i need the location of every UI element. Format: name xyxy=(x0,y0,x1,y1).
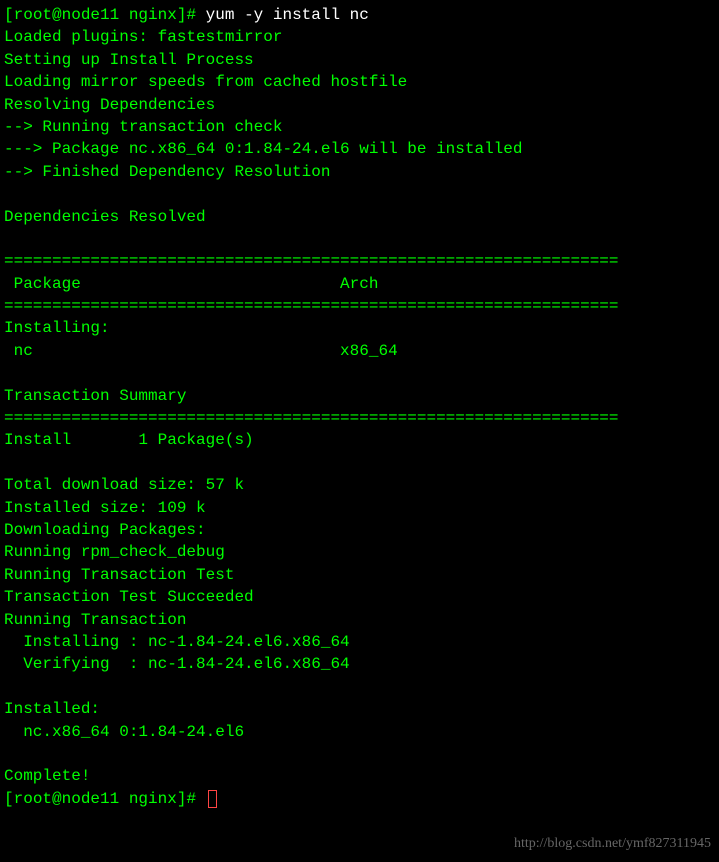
output-line: Dependencies Resolved xyxy=(4,206,715,228)
output-line: --> Finished Dependency Resolution xyxy=(4,161,715,183)
output-line: Loading mirror speeds from cached hostfi… xyxy=(4,71,715,93)
summary-label: Transaction Summary xyxy=(4,385,715,407)
prompt-bracket-open: [ xyxy=(4,6,14,24)
output-line: Resolving Dependencies xyxy=(4,94,715,116)
cursor-icon xyxy=(208,790,217,808)
watermark-text: http://blog.csdn.net/ymf827311945 xyxy=(514,834,711,854)
trans-test: Running Transaction Test xyxy=(4,564,715,586)
output-line: Setting up Install Process xyxy=(4,49,715,71)
blank-line xyxy=(4,362,715,384)
table-header: Package Arch xyxy=(4,273,715,295)
installed-pkg: nc.x86_64 0:1.84-24.el6 xyxy=(4,721,715,743)
installing-pkg: Installing : nc-1.84-24.el6.x86_64 xyxy=(4,631,715,653)
blank-line xyxy=(4,676,715,698)
package-row: nc x86_64 xyxy=(4,340,715,362)
output-line: ---> Package nc.x86_64 0:1.84-24.el6 wil… xyxy=(4,138,715,160)
installed-size: Installed size: 109 k xyxy=(4,497,715,519)
prompt-bracket-close: ]# xyxy=(177,790,196,808)
verifying-pkg: Verifying : nc-1.84-24.el6.x86_64 xyxy=(4,653,715,675)
installed-label: Installed: xyxy=(4,698,715,720)
output-line: --> Running transaction check xyxy=(4,116,715,138)
prompt-line-2[interactable]: [root@node11 nginx]# xyxy=(4,788,715,810)
prompt-line-1: [root@node11 nginx]# yum -y install nc xyxy=(4,4,715,26)
trans-succeed: Transaction Test Succeeded xyxy=(4,586,715,608)
install-count: Install 1 Package(s) xyxy=(4,429,715,451)
output-line: Loaded plugins: fastestmirror xyxy=(4,26,715,48)
table-separator: ========================================… xyxy=(4,295,715,317)
downloading-label: Downloading Packages: xyxy=(4,519,715,541)
table-separator: ========================================… xyxy=(4,407,715,429)
command-input[interactable]: yum -y install nc xyxy=(206,6,369,24)
installing-label: Installing: xyxy=(4,317,715,339)
complete-label: Complete! xyxy=(4,765,715,787)
download-size: Total download size: 57 k xyxy=(4,474,715,496)
blank-line xyxy=(4,743,715,765)
blank-line xyxy=(4,183,715,205)
prompt-user-host: root@node11 nginx xyxy=(14,790,177,808)
running-trans: Running Transaction xyxy=(4,609,715,631)
blank-line xyxy=(4,452,715,474)
prompt-bracket-close: ]# xyxy=(177,6,196,24)
table-separator: ========================================… xyxy=(4,250,715,272)
prompt-user-host: root@node11 nginx xyxy=(14,6,177,24)
blank-line xyxy=(4,228,715,250)
prompt-bracket-open: [ xyxy=(4,790,14,808)
rpm-check: Running rpm_check_debug xyxy=(4,541,715,563)
